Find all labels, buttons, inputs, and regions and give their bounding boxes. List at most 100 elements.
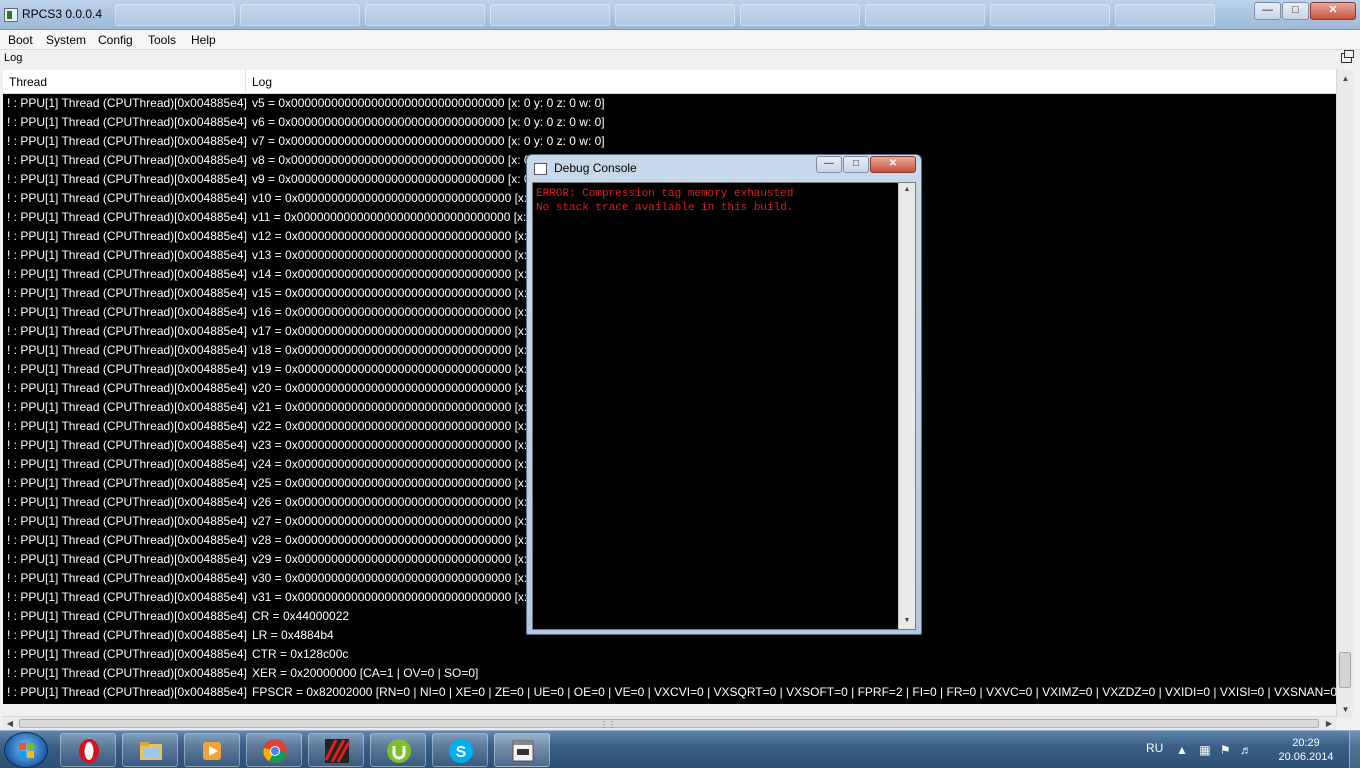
taskbar-rpcs3[interactable] [494, 733, 550, 767]
close-button[interactable]: ✕ [1310, 2, 1356, 20]
svg-text:S: S [456, 744, 467, 761]
scroll-down-arrow-icon[interactable]: ▼ [899, 614, 915, 628]
menu-tools[interactable]: Tools [148, 33, 176, 47]
clock[interactable]: 20:29 20.06.2014 [1276, 736, 1336, 764]
background-tab [615, 4, 735, 26]
background-tab [1115, 4, 1215, 26]
log-message-cell: FPSCR = 0x82002000 [RN=0 | NI=0 | XE=0 |… [252, 685, 1336, 699]
debug-console-window[interactable]: Debug Console — □ ✕ ERROR: Compression t… [526, 154, 922, 635]
log-message-cell: v12 = 0x00000000000000000000000000000000… [252, 229, 550, 243]
log-row[interactable]: ! : PPU[1] Thread (CPUThread)[0x004885e4… [3, 113, 1336, 132]
scroll-up-arrow-icon[interactable]: ▲ [899, 183, 915, 197]
log-thread-cell: ! : PPU[1] Thread (CPUThread)[0x004885e4… [7, 267, 247, 281]
minimize-button[interactable]: — [1254, 2, 1281, 20]
menu-system[interactable]: System [46, 33, 86, 47]
chrome-icon [263, 739, 287, 763]
volume-icon[interactable]: ♬ [1240, 743, 1252, 757]
scroll-right-arrow-icon[interactable]: ▶ [1322, 717, 1336, 731]
log-thread-cell: ! : PPU[1] Thread (CPUThread)[0x004885e4… [7, 248, 247, 262]
log-message-cell: v23 = 0x00000000000000000000000000000000… [252, 438, 550, 452]
log-thread-cell: ! : PPU[1] Thread (CPUThread)[0x004885e4… [7, 609, 247, 623]
log-thread-cell: ! : PPU[1] Thread (CPUThread)[0x004885e4… [7, 362, 247, 376]
background-tab [115, 4, 235, 26]
log-message-cell: v24 = 0x00000000000000000000000000000000… [252, 457, 550, 471]
log-thread-cell: ! : PPU[1] Thread (CPUThread)[0x004885e4… [7, 590, 247, 604]
restore-panel-icon[interactable] [1341, 50, 1354, 63]
menu-boot[interactable]: Boot [8, 33, 33, 47]
console-minimize-button[interactable]: — [816, 156, 842, 173]
scroll-thumb[interactable] [1339, 652, 1351, 688]
log-message-cell: XER = 0x20000000 [CA=1 | OV=0 | SO=0] [252, 666, 479, 680]
menu-bar: Boot System Config Tools Help [0, 30, 1360, 50]
log-message-cell: v11 = 0x00000000000000000000000000000000… [252, 210, 550, 224]
log-thread-cell: ! : PPU[1] Thread (CPUThread)[0x004885e4… [7, 191, 247, 205]
column-log[interactable]: Log [246, 70, 1336, 94]
console-maximize-button[interactable]: □ [843, 156, 869, 173]
log-row[interactable]: ! : PPU[1] Thread (CPUThread)[0x004885e4… [3, 683, 1336, 702]
window-title: RPCS3 0.0.0.4 [22, 7, 103, 21]
log-message-cell: v21 = 0x00000000000000000000000000000000… [252, 400, 550, 414]
tray-icons[interactable]: ▲ ▦ ⚑ ♬ [1176, 743, 1252, 757]
log-message-cell: v29 = 0x00000000000000000000000000000000… [252, 552, 550, 566]
windows-logo-icon [19, 743, 26, 750]
log-thread-cell: ! : PPU[1] Thread (CPUThread)[0x004885e4… [7, 628, 247, 642]
menu-help[interactable]: Help [191, 33, 216, 47]
log-message-cell: v13 = 0x00000000000000000000000000000000… [252, 248, 550, 262]
network-icon[interactable]: ▦ [1199, 743, 1210, 757]
log-thread-cell: ! : PPU[1] Thread (CPUThread)[0x004885e4… [7, 286, 247, 300]
start-button[interactable] [4, 732, 48, 768]
log-row[interactable]: ! : PPU[1] Thread (CPUThread)[0x004885e4… [3, 132, 1336, 151]
taskbar-opera[interactable] [60, 733, 116, 767]
debug-console-title: Debug Console [554, 161, 637, 175]
title-bar: RPCS3 0.0.0.4 — □ ✕ [0, 0, 1360, 30]
taskbar-explorer[interactable] [122, 733, 178, 767]
log-thread-cell: ! : PPU[1] Thread (CPUThread)[0x004885e4… [7, 685, 247, 699]
log-message-cell: v15 = 0x00000000000000000000000000000000… [252, 286, 550, 300]
log-row[interactable]: ! : PPU[1] Thread (CPUThread)[0x004885e4… [3, 645, 1336, 664]
log-message-cell: v9 = 0x00000000000000000000000000000000 … [252, 172, 554, 186]
log-message-cell: v17 = 0x00000000000000000000000000000000… [252, 324, 550, 338]
media-player-icon [203, 742, 221, 760]
taskbar-skype[interactable]: S [432, 733, 488, 767]
taskbar-utorrent[interactable] [370, 733, 426, 767]
log-panel-title: Log [4, 52, 23, 64]
log-message-cell: v26 = 0x00000000000000000000000000000000… [252, 495, 550, 509]
maximize-button[interactable]: □ [1282, 2, 1309, 20]
console-output[interactable]: ERROR: Compression tag memory exhausted … [532, 182, 916, 630]
flag-icon[interactable]: ⚑ [1220, 743, 1231, 757]
log-thread-cell: ! : PPU[1] Thread (CPUThread)[0x004885e4… [7, 438, 247, 452]
log-thread-cell: ! : PPU[1] Thread (CPUThread)[0x004885e4… [7, 305, 247, 319]
opera-icon [79, 739, 99, 763]
language-indicator[interactable]: RU [1146, 741, 1163, 755]
clock-date: 20.06.2014 [1278, 751, 1334, 763]
show-hidden-icons-icon[interactable]: ▲ [1176, 743, 1188, 757]
log-message-cell: v5 = 0x00000000000000000000000000000000 … [252, 96, 605, 110]
log-thread-cell: ! : PPU[1] Thread (CPUThread)[0x004885e4… [7, 647, 247, 661]
scroll-down-arrow-icon[interactable]: ▼ [1337, 701, 1354, 718]
column-thread[interactable]: Thread [3, 70, 246, 94]
taskbar-striped-app[interactable] [308, 733, 364, 767]
background-tab [240, 4, 360, 26]
log-thread-cell: ! : PPU[1] Thread (CPUThread)[0x004885e4… [7, 476, 247, 490]
log-vertical-scrollbar[interactable]: ▲ ▼ [1336, 70, 1353, 718]
console-scrollbar[interactable]: ▲ ▼ [898, 183, 915, 629]
taskbar-media-player[interactable] [184, 733, 240, 767]
log-message-cell: v6 = 0x00000000000000000000000000000000 … [252, 115, 605, 129]
log-message-cell: v8 = 0x00000000000000000000000000000000 … [252, 153, 554, 167]
menu-config[interactable]: Config [98, 33, 133, 47]
taskbar-chrome[interactable] [246, 733, 302, 767]
console-close-button[interactable]: ✕ [870, 156, 916, 173]
log-thread-cell: ! : PPU[1] Thread (CPUThread)[0x004885e4… [7, 153, 247, 167]
scroll-up-arrow-icon[interactable]: ▲ [1337, 70, 1354, 87]
scroll-left-arrow-icon[interactable]: ◀ [3, 717, 17, 731]
log-message-cell: CR = 0x44000022 [252, 609, 350, 623]
taskbar: S RU ▲ ▦ ⚑ ♬ 20:29 20.06.2014 [0, 730, 1360, 768]
background-tab [990, 4, 1110, 26]
show-desktop-button[interactable] [1349, 731, 1360, 768]
log-row[interactable]: ! : PPU[1] Thread (CPUThread)[0x004885e4… [3, 664, 1336, 683]
log-horizontal-scrollbar[interactable]: ◀ ⋮⋮ ▶ [3, 716, 1336, 730]
log-row[interactable]: ! : PPU[1] Thread (CPUThread)[0x004885e4… [3, 94, 1336, 113]
log-panel-header: Log [0, 50, 1360, 68]
hscroll-thumb[interactable]: ⋮⋮ [19, 719, 1319, 729]
log-thread-cell: ! : PPU[1] Thread (CPUThread)[0x004885e4… [7, 457, 247, 471]
